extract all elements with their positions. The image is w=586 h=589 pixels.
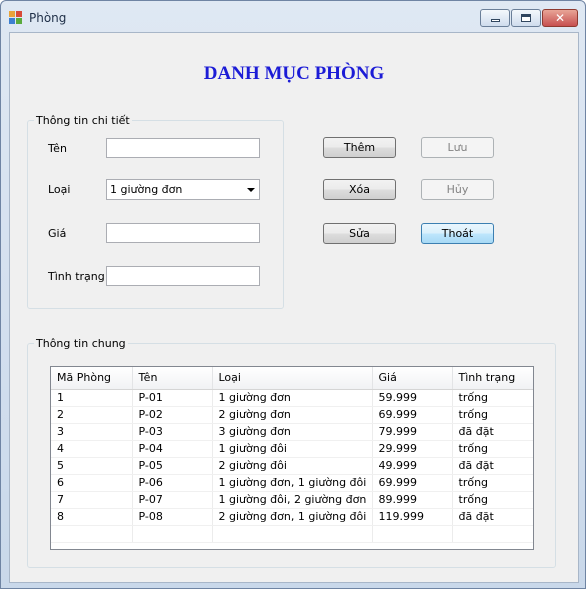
delete-button[interactable]: Xóa bbox=[323, 179, 396, 200]
table-row[interactable]: 1 P-01 1 giường đơn 59.999 trống bbox=[51, 389, 533, 407]
cell-type: 1 giường đôi, 2 giường đơn bbox=[212, 491, 373, 509]
cell-price: 69.999 bbox=[372, 406, 453, 424]
table-row[interactable]: 4 P-04 1 giường đôi 29.999 trống bbox=[51, 440, 533, 458]
minimize-icon bbox=[490, 19, 500, 22]
cell-price: 49.999 bbox=[372, 457, 453, 475]
cell-name: P-05 bbox=[132, 457, 213, 475]
cell-name: P-06 bbox=[132, 474, 213, 492]
exit-button[interactable]: Thoát bbox=[421, 223, 494, 244]
maximize-icon bbox=[521, 14, 531, 22]
close-button[interactable]: ✕ bbox=[542, 9, 578, 27]
cell-id: 8 bbox=[51, 508, 133, 526]
type-label: Loại bbox=[48, 183, 71, 196]
name-label: Tên bbox=[48, 142, 67, 155]
cell-status: trống bbox=[452, 491, 533, 509]
cell-type: 2 giường đôi bbox=[212, 457, 373, 475]
cell-id: 6 bbox=[51, 474, 133, 492]
column-header-status[interactable]: Tình trạng bbox=[452, 367, 533, 390]
cell-id: 7 bbox=[51, 491, 133, 509]
app-window: Phòng ✕ DANH MỤC PHÒNG Thông tin chi tiế… bbox=[0, 0, 586, 589]
rooms-grid[interactable]: Mã Phòng Tên Loại Giá Tình trạng 1 P-01 … bbox=[50, 366, 534, 550]
edit-button[interactable]: Sửa bbox=[323, 223, 396, 244]
cell-name: P-07 bbox=[132, 491, 213, 509]
table-row[interactable]: 5 P-05 2 giường đôi 49.999 đã đặt bbox=[51, 457, 533, 475]
status-input[interactable] bbox=[106, 266, 260, 286]
cell-id: 3 bbox=[51, 423, 133, 441]
price-input[interactable] bbox=[106, 223, 260, 243]
cell-type: 2 giường đơn, 1 giường đôi bbox=[212, 508, 373, 526]
cell-type: 3 giường đơn bbox=[212, 423, 373, 441]
name-input[interactable] bbox=[106, 138, 260, 158]
price-label: Giá bbox=[48, 227, 67, 240]
window-title: Phòng bbox=[29, 11, 67, 25]
cell-id: 4 bbox=[51, 440, 133, 458]
minimize-button[interactable] bbox=[480, 9, 510, 27]
details-legend: Thông tin chi tiết bbox=[34, 114, 132, 127]
table-row[interactable]: 3 P-03 3 giường đơn 79.999 đã đặt bbox=[51, 423, 533, 441]
cell-name: P-02 bbox=[132, 406, 213, 424]
cell-status: trống bbox=[452, 474, 533, 492]
save-button[interactable]: Lưu bbox=[421, 137, 494, 158]
cell-id: 1 bbox=[51, 389, 133, 407]
cell-price: 79.999 bbox=[372, 423, 453, 441]
cell-type: 1 giường đơn bbox=[212, 389, 373, 407]
cell-status: trống bbox=[452, 406, 533, 424]
column-header-name[interactable]: Tên bbox=[132, 367, 213, 390]
cell-status: trống bbox=[452, 389, 533, 407]
title-bar[interactable]: Phòng ✕ bbox=[1, 1, 585, 31]
cell-price: 69.999 bbox=[372, 474, 453, 492]
table-row[interactable]: 7 P-07 1 giường đôi, 2 giường đơn 89.999… bbox=[51, 491, 533, 509]
close-icon: ✕ bbox=[554, 11, 566, 25]
cell-name: P-03 bbox=[132, 423, 213, 441]
cell-name: P-01 bbox=[132, 389, 213, 407]
maximize-button[interactable] bbox=[511, 9, 541, 27]
page-title: DANH MỤC PHÒNG bbox=[203, 63, 385, 84]
cell-id: 5 bbox=[51, 457, 133, 475]
cell-price: 89.999 bbox=[372, 491, 453, 509]
type-select[interactable]: 1 giường đơn bbox=[106, 179, 260, 200]
column-header-price[interactable]: Giá bbox=[372, 367, 453, 390]
cell-price: 119.999 bbox=[372, 508, 453, 526]
cell-status: đã đặt bbox=[452, 508, 533, 526]
new-row[interactable] bbox=[51, 525, 533, 543]
app-window-icon bbox=[9, 11, 22, 24]
cell-type: 1 giường đôi bbox=[212, 440, 373, 458]
cell-name: P-08 bbox=[132, 508, 213, 526]
grid-header-row: Mã Phòng Tên Loại Giá Tình trạng bbox=[51, 367, 533, 390]
column-header-id[interactable]: Mã Phòng bbox=[51, 367, 133, 390]
form-client-area: DANH MỤC PHÒNG Thông tin chi tiết Tên Lo… bbox=[9, 32, 579, 583]
cell-price: 59.999 bbox=[372, 389, 453, 407]
table-row[interactable]: 8 P-08 2 giường đơn, 1 giường đôi 119.99… bbox=[51, 508, 533, 526]
status-label: Tình trạng bbox=[48, 270, 105, 283]
cell-name: P-04 bbox=[132, 440, 213, 458]
cell-type: 1 giường đơn, 1 giường đôi bbox=[212, 474, 373, 492]
cell-price: 29.999 bbox=[372, 440, 453, 458]
add-button[interactable]: Thêm bbox=[323, 137, 396, 158]
type-select-value: 1 giường đơn bbox=[110, 183, 183, 196]
chevron-down-icon[interactable] bbox=[247, 188, 255, 192]
cell-type: 2 giường đơn bbox=[212, 406, 373, 424]
column-header-type[interactable]: Loại bbox=[212, 367, 373, 390]
cancel-button[interactable]: Hủy bbox=[421, 179, 494, 200]
cell-id: 2 bbox=[51, 406, 133, 424]
cell-status: đã đặt bbox=[452, 423, 533, 441]
table-row[interactable]: 6 P-06 1 giường đơn, 1 giường đôi 69.999… bbox=[51, 474, 533, 492]
general-legend: Thông tin chung bbox=[34, 337, 128, 350]
cell-status: trống bbox=[452, 440, 533, 458]
table-row[interactable]: 2 P-02 2 giường đơn 69.999 trống bbox=[51, 406, 533, 424]
cell-status: đã đặt bbox=[452, 457, 533, 475]
